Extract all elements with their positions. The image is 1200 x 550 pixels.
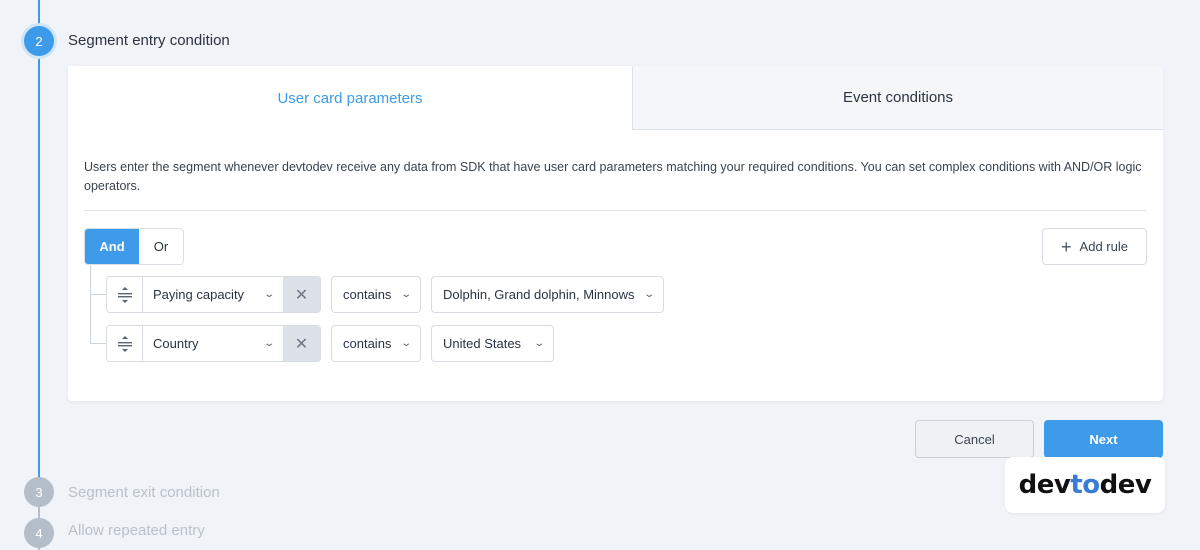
rule-value: United States bbox=[443, 336, 522, 351]
chevron-down-icon: ⌄ bbox=[532, 338, 545, 349]
parameter-value: Country bbox=[153, 336, 199, 351]
add-rule-button[interactable]: + Add rule bbox=[1042, 228, 1147, 265]
entry-condition-card: User card parameters Event conditions Us… bbox=[68, 66, 1163, 401]
rule-tree-branch bbox=[90, 343, 106, 344]
operator-value: contains bbox=[343, 287, 392, 302]
rule-tree-connector bbox=[90, 265, 91, 344]
rule-tree-branch bbox=[90, 294, 106, 295]
operator-select[interactable]: contains ⌄ bbox=[331, 276, 421, 313]
step-title-repeated-entry[interactable]: Allow repeated entry bbox=[68, 522, 205, 539]
logic-operator-toggle: And Or bbox=[84, 228, 184, 265]
parameter-group: Paying capacity ⌄ ✕ bbox=[106, 276, 321, 313]
parameter-select[interactable]: Country ⌄ bbox=[143, 326, 283, 361]
devtodev-logo: devtodev bbox=[1005, 457, 1165, 513]
drag-handle[interactable] bbox=[107, 277, 143, 312]
page-frame: 2 Segment entry condition User card para… bbox=[0, 0, 1200, 550]
step-title-entry-condition[interactable]: Segment entry condition bbox=[68, 32, 230, 49]
value-select[interactable]: United States ⌄ bbox=[431, 325, 554, 362]
condition-tabs: User card parameters Event conditions bbox=[68, 66, 1163, 130]
operator-value: contains bbox=[343, 336, 392, 351]
drag-handle[interactable] bbox=[107, 326, 143, 361]
tab-event-conditions[interactable]: Event conditions bbox=[632, 66, 1163, 130]
divider bbox=[84, 210, 1147, 211]
step-progress-line bbox=[38, 0, 40, 480]
next-button[interactable]: Next bbox=[1044, 420, 1163, 458]
operator-select[interactable]: contains ⌄ bbox=[331, 325, 421, 362]
chevron-down-icon: ⌄ bbox=[262, 338, 275, 349]
parameter-select[interactable]: Paying capacity ⌄ bbox=[143, 277, 283, 312]
chevron-down-icon: ⌄ bbox=[399, 338, 412, 349]
logic-or-button[interactable]: Or bbox=[139, 229, 183, 264]
step-title-exit-condition[interactable]: Segment exit condition bbox=[68, 484, 220, 501]
remove-rule-button[interactable]: ✕ bbox=[283, 326, 320, 361]
step-number-4: 4 bbox=[24, 518, 54, 548]
chevron-down-icon: ⌄ bbox=[642, 289, 655, 300]
tab-user-card-parameters[interactable]: User card parameters bbox=[68, 66, 632, 130]
drag-handle-icon bbox=[117, 286, 132, 303]
plus-icon: + bbox=[1061, 236, 1072, 257]
step-number-3: 3 bbox=[24, 477, 54, 507]
chevron-down-icon: ⌄ bbox=[399, 289, 412, 300]
logic-and-button[interactable]: And bbox=[85, 229, 139, 264]
remove-rule-button[interactable]: ✕ bbox=[283, 277, 320, 312]
parameter-group: Country ⌄ ✕ bbox=[106, 325, 321, 362]
step-number-2: 2 bbox=[24, 26, 54, 56]
drag-handle-icon bbox=[117, 335, 132, 352]
condition-description: Users enter the segment whenever devtode… bbox=[84, 160, 1142, 193]
close-icon: ✕ bbox=[294, 286, 309, 304]
rule-value: Dolphin, Grand dolphin, Minnows bbox=[443, 287, 635, 302]
add-rule-label: Add rule bbox=[1079, 239, 1128, 254]
rule-row: Country ⌄ ✕ contains ⌄ United States ⌄ bbox=[106, 325, 554, 362]
parameter-value: Paying capacity bbox=[153, 287, 245, 302]
cancel-button[interactable]: Cancel bbox=[915, 420, 1034, 458]
logo-wordmark: devtodev bbox=[1018, 470, 1152, 500]
rule-row: Paying capacity ⌄ ✕ contains ⌄ Dolphin, … bbox=[106, 276, 664, 313]
close-icon: ✕ bbox=[294, 335, 309, 353]
value-select[interactable]: Dolphin, Grand dolphin, Minnows ⌄ bbox=[431, 276, 664, 313]
chevron-down-icon: ⌄ bbox=[262, 289, 275, 300]
